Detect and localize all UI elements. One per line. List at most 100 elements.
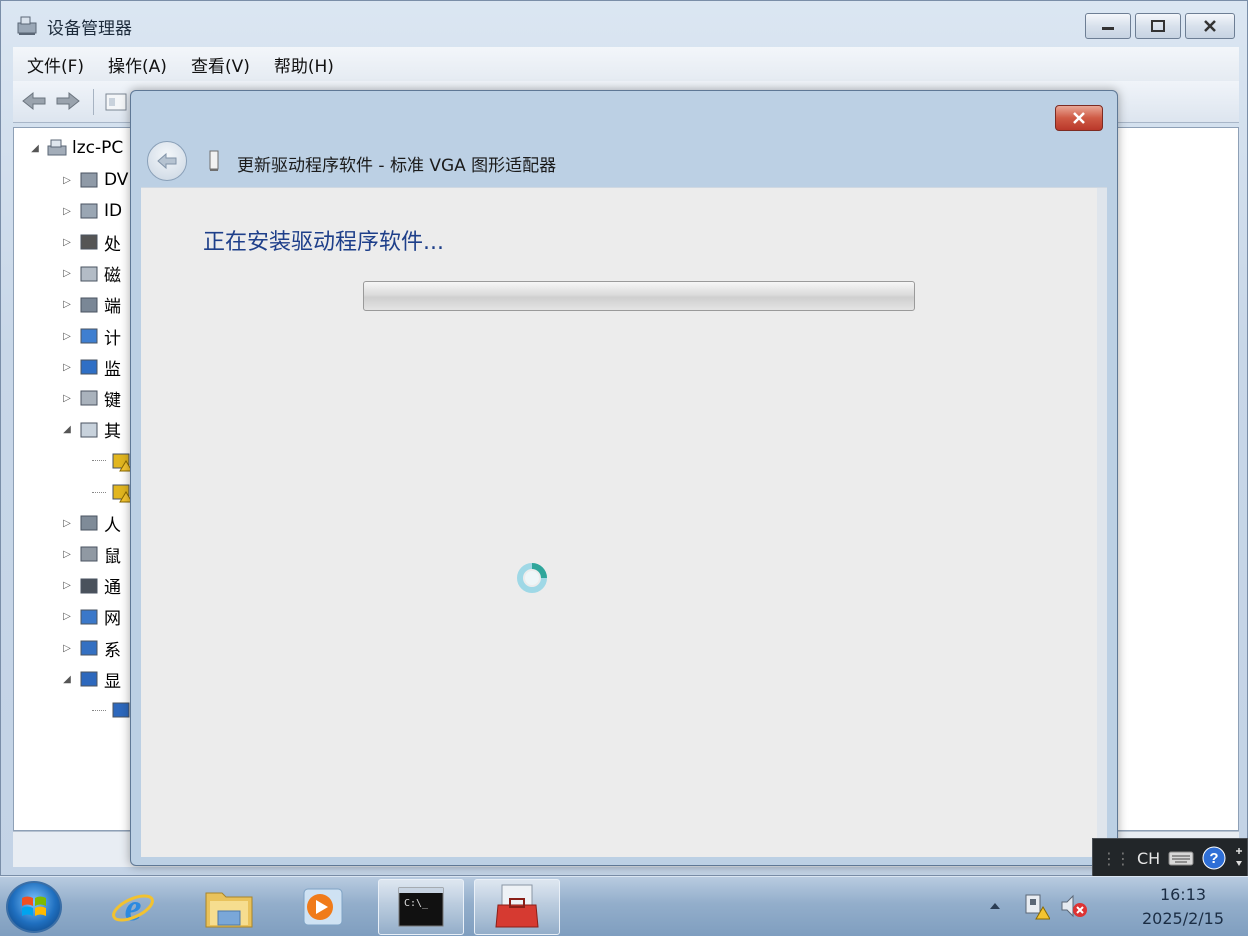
- menu-bar: 文件(F) 操作(A) 查看(V) 帮助(H): [13, 47, 1239, 81]
- expand-icon[interactable]: ▷: [60, 610, 74, 624]
- usb-icon: [80, 578, 98, 594]
- device-manager-icon: [17, 16, 37, 35]
- disk-drive-icon: [80, 266, 98, 282]
- taskbar-media-player[interactable]: [280, 879, 366, 935]
- network-warning-icon[interactable]: [1022, 891, 1050, 921]
- minimize-icon: [1102, 27, 1114, 30]
- taskbar-cmd[interactable]: C:\_: [378, 879, 464, 935]
- tree-item-label: 处: [104, 234, 121, 255]
- expand-icon[interactable]: ▷: [60, 173, 74, 187]
- language-indicator[interactable]: CH: [1137, 849, 1160, 868]
- computer-icon: [80, 328, 98, 344]
- tree-category[interactable]: ▷ 系: [60, 634, 121, 662]
- expand-icon[interactable]: ▷: [60, 360, 74, 374]
- display-adapter-icon: [112, 702, 130, 718]
- keyboard-icon: [80, 390, 98, 406]
- collapse-icon[interactable]: ◢: [28, 141, 42, 155]
- properties-icon[interactable]: [105, 93, 127, 111]
- expand-icon[interactable]: ▷: [60, 391, 74, 405]
- tree-category[interactable]: ▷ 端: [60, 291, 121, 319]
- tree-category[interactable]: ▷ 键: [60, 384, 121, 412]
- tree-category[interactable]: ▷ 磁: [60, 260, 121, 288]
- maximize-button[interactable]: [1135, 13, 1181, 39]
- taskbar-clock[interactable]: 16:13 2025/2/15: [1128, 883, 1238, 931]
- menu-file[interactable]: 文件(F): [27, 52, 84, 77]
- tree-category[interactable]: ▷ 通: [60, 572, 121, 600]
- processor-icon: [80, 234, 98, 250]
- collapse-icon[interactable]: ◢: [60, 423, 74, 437]
- menu-view[interactable]: 查看(V): [191, 52, 250, 77]
- install-progress-bar: [363, 281, 915, 311]
- tree-item-label: 通: [104, 578, 121, 599]
- clock-date: 2025/2/15: [1141, 909, 1225, 928]
- svg-text:?: ?: [1210, 850, 1219, 867]
- minimize-button[interactable]: [1085, 13, 1131, 39]
- computer-icon: [47, 139, 67, 156]
- explorer-icon: [205, 892, 253, 928]
- dvd-drive-icon: [80, 172, 98, 188]
- tree-category[interactable]: ▷ 鼠: [60, 540, 121, 568]
- dialog-body: 正在安装驱动程序软件...: [141, 187, 1107, 857]
- svg-text:C:\_: C:\_: [404, 898, 429, 909]
- expand-icon[interactable]: ▷: [60, 579, 74, 593]
- window-title: 设备管理器: [47, 19, 132, 39]
- expand-icon[interactable]: ▷: [60, 516, 74, 530]
- dialog-close-button[interactable]: [1055, 105, 1103, 131]
- tree-item-label: 系: [104, 640, 121, 661]
- update-driver-dialog: 更新驱动程序软件 - 标准 VGA 图形适配器 正在安装驱动程序软件...: [130, 90, 1118, 866]
- tree-item-label: 计: [104, 328, 121, 349]
- close-button[interactable]: [1185, 13, 1235, 39]
- volume-muted-icon[interactable]: [1060, 893, 1088, 919]
- expand-icon[interactable]: ▷: [60, 235, 74, 249]
- collapse-icon[interactable]: ◢: [60, 672, 74, 686]
- expand-icon[interactable]: ▷: [60, 329, 74, 343]
- hid-icon: [80, 515, 98, 531]
- expand-icon[interactable]: ▷: [60, 298, 74, 312]
- tree-category[interactable]: ▷ ID: [60, 197, 122, 225]
- tree-item-label: 人: [104, 515, 121, 536]
- taskbar-internet-explorer[interactable]: e: [90, 879, 176, 935]
- forward-arrow-icon[interactable]: [55, 90, 81, 112]
- tree-category[interactable]: ▷ 处: [60, 228, 121, 256]
- show-hidden-icons-icon[interactable]: [988, 899, 1002, 913]
- taskbar-explorer[interactable]: [186, 879, 272, 935]
- expand-icon[interactable]: ▷: [60, 547, 74, 561]
- menu-help[interactable]: 帮助(H): [274, 52, 334, 77]
- start-button[interactable]: [6, 881, 62, 933]
- help-icon[interactable]: ?: [1202, 846, 1226, 870]
- tree-root-label: lzc-PC: [72, 138, 124, 158]
- taskbar-device-manager[interactable]: [474, 879, 560, 935]
- tree-root[interactable]: ◢ lzc-PC: [28, 134, 123, 162]
- tree-item-label: ID: [104, 201, 123, 222]
- expand-icon[interactable]: ▷: [60, 204, 74, 218]
- grip-icon[interactable]: ⋮⋮: [1101, 849, 1131, 868]
- tree-category[interactable]: ▷ 监: [60, 353, 121, 381]
- options-arrow-icon[interactable]: [1234, 847, 1244, 869]
- warning-device-icon: [112, 453, 132, 472]
- tree-connector: [92, 460, 106, 462]
- expand-icon[interactable]: ▷: [60, 641, 74, 655]
- back-arrow-icon[interactable]: [21, 90, 47, 112]
- title-bar[interactable]: 设备管理器: [1, 1, 1247, 49]
- tree-category[interactable]: ▷ 网: [60, 603, 121, 631]
- clock-time: 16:13: [1159, 885, 1207, 904]
- svg-text:e: e: [125, 887, 142, 929]
- back-button[interactable]: [147, 141, 187, 181]
- windows-logo-icon: [22, 896, 46, 916]
- tree-category[interactable]: ▷ 人: [60, 509, 121, 537]
- tree-item-label: 鼠: [104, 546, 121, 567]
- expand-icon[interactable]: ▷: [60, 267, 74, 281]
- ie-icon: e: [112, 887, 154, 929]
- menu-action[interactable]: 操作(A): [108, 52, 167, 77]
- busy-spinner-icon: [517, 563, 547, 593]
- install-status: 正在安装驱动程序软件...: [203, 230, 444, 255]
- tree-category[interactable]: ◢ 其: [60, 416, 121, 444]
- keyboard-icon[interactable]: [1168, 849, 1194, 867]
- tree-category[interactable]: ◢ 显: [60, 665, 121, 693]
- back-arrow-icon: [157, 152, 177, 170]
- dialog-scrollbar[interactable]: [1097, 188, 1107, 857]
- tree-category[interactable]: ▷ DV: [60, 166, 128, 194]
- dialog-title: 更新驱动程序软件 - 标准 VGA 图形适配器: [237, 156, 557, 176]
- tree-category[interactable]: ▷ 计: [60, 322, 121, 350]
- dialog-header: 更新驱动程序软件 - 标准 VGA 图形适配器: [141, 135, 1107, 187]
